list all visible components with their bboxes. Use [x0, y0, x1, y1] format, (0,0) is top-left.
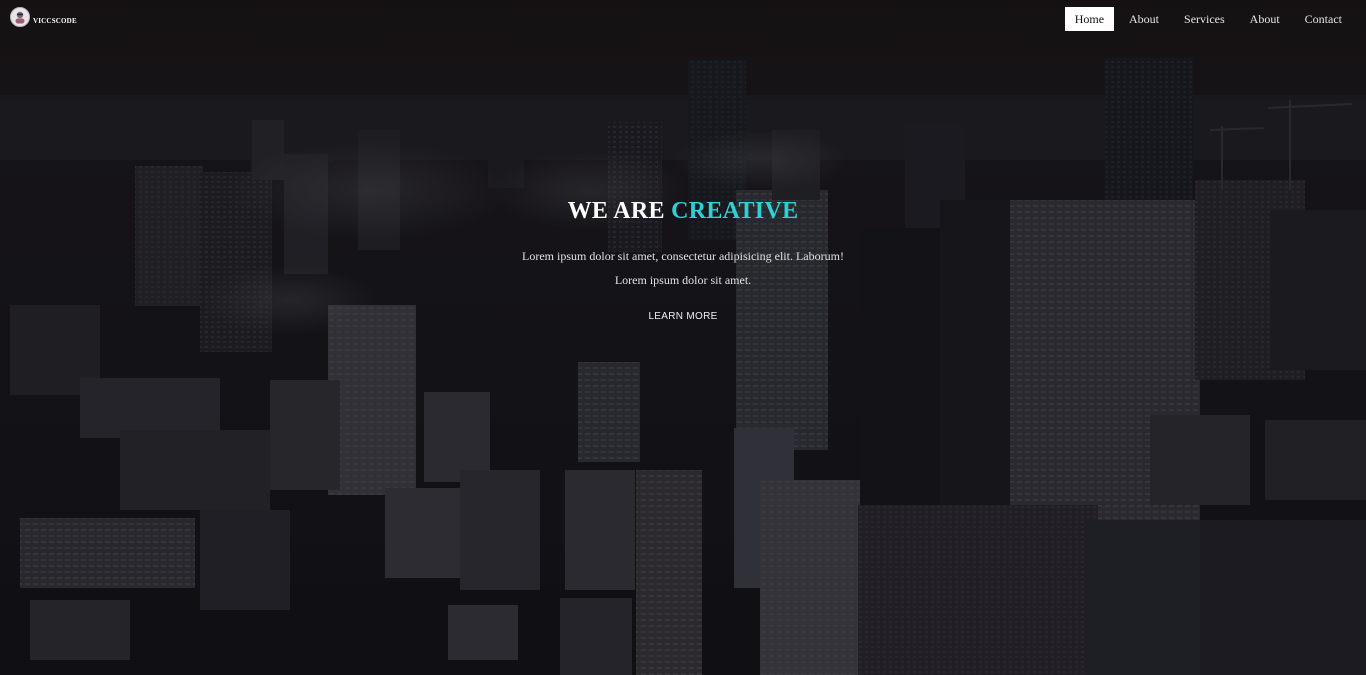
brand-name: VICCSCODE	[33, 17, 77, 25]
hero-content: WE ARE CREATIVE Lorem ipsum dolor sit am…	[0, 198, 1366, 326]
learn-more-button[interactable]: LEARN MORE	[642, 307, 723, 326]
hero-headline: WE ARE CREATIVE	[0, 198, 1366, 225]
hero-paragraph-2: Lorem ipsum dolor sit amet.	[614, 273, 752, 287]
site-header: VICCSCODE Home About Services About Cont…	[0, 0, 1366, 40]
hero-paragraph-1: Lorem ipsum dolor sit amet, consectetur …	[522, 249, 844, 263]
avatar-logo-icon	[10, 7, 30, 27]
nav-services[interactable]: Services	[1174, 7, 1235, 31]
headline-prefix: WE ARE	[567, 198, 665, 224]
nav-about-2[interactable]: About	[1240, 7, 1290, 31]
brand[interactable]: VICCSCODE	[10, 7, 77, 27]
nav-about[interactable]: About	[1119, 7, 1169, 31]
headline-accent: CREATIVE	[671, 198, 799, 224]
main-nav: Home About Services About Contact	[1060, 7, 1352, 31]
hero-dark-overlay	[0, 0, 1366, 675]
nav-contact[interactable]: Contact	[1295, 7, 1352, 31]
nav-home[interactable]: Home	[1064, 7, 1115, 31]
